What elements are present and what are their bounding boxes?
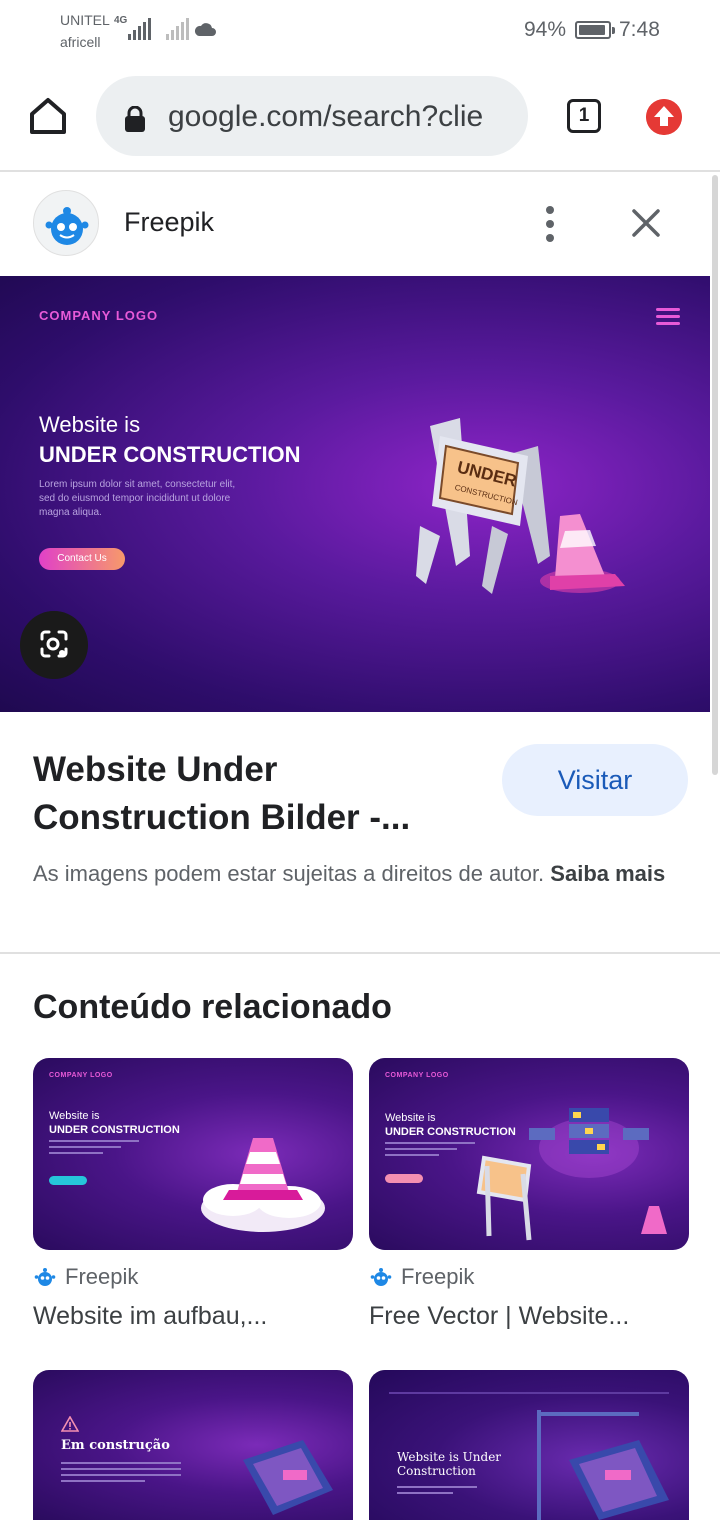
laptop-illustration (243, 1440, 333, 1515)
hero-title-line1: Website is (39, 412, 141, 437)
related-thumbnail[interactable]: COMPANY LOGO Website is UNDER CONSTRUCTI… (369, 1058, 689, 1250)
carrier-secondary: africell (60, 34, 101, 50)
freepik-logo (33, 190, 99, 256)
hamburger-icon (656, 308, 680, 329)
related-card[interactable]: Website is Under Construction (369, 1370, 689, 1520)
warning-icon (61, 1416, 79, 1432)
related-title[interactable]: Website im aufbau,... (33, 1302, 353, 1331)
cloud-icon (194, 23, 216, 36)
result-info: Website Under Construction Bilder -... V… (0, 712, 710, 952)
preview-image[interactable]: COMPANY LOGO Website is UNDER CONSTRUCTI… (0, 276, 710, 712)
visit-button[interactable]: Visitar (502, 744, 688, 816)
cone-on-cloud-illustration (201, 1138, 325, 1232)
carrier-primary: UNITEL (60, 12, 110, 28)
source-header: Freepik (0, 174, 710, 276)
related-source-name: Freepik (401, 1264, 475, 1289)
battery-percent: 94% (524, 18, 567, 41)
freepik-mini-logo-icon (34, 1268, 56, 1286)
thumb-title-line1: Em construção (61, 1438, 170, 1453)
related-thumbnail[interactable]: COMPANY LOGO Website is UNDER CONSTRUCTI… (33, 1058, 353, 1250)
browser-toolbar: google.com/search?clie 1 (0, 62, 720, 172)
network-type: 4G (114, 15, 128, 26)
thumb-logo: COMPANY LOGO (385, 1072, 449, 1079)
lock-icon (125, 106, 145, 132)
signal-strength-icon (128, 18, 151, 40)
related-thumbnail[interactable]: Website is Under Construction (369, 1370, 689, 1520)
under-construction-sign-illustration: UNDER CONSTRUCTION (416, 418, 625, 594)
address-bar[interactable]: google.com/search?clie (96, 76, 528, 156)
copyright-notice: As imagens podem estar sujeitas a direit… (33, 858, 683, 890)
server-and-sign-illustration (476, 1108, 667, 1241)
related-card[interactable]: Em construção (33, 1370, 353, 1520)
thumb-button (385, 1174, 423, 1183)
copyright-text: As imagens podem estar sujeitas a direit… (33, 861, 545, 886)
related-source: Freepik (33, 1264, 138, 1290)
tab-switcher-button[interactable]: 1 (567, 99, 601, 133)
more-vert-icon[interactable] (538, 204, 562, 244)
crane-construction-illustration (537, 1410, 669, 1520)
hero-body-text: Lorem ipsum dolor sit amet, consectetur … (39, 479, 236, 518)
google-lens-icon[interactable] (20, 611, 88, 679)
scrollbar[interactable] (712, 175, 718, 775)
thumb-logo: COMPANY LOGO (49, 1072, 113, 1079)
source-name[interactable]: Freepik (124, 207, 214, 238)
learn-more-link[interactable]: Saiba mais (550, 861, 665, 886)
related-card[interactable]: COMPANY LOGO Website is UNDER CONSTRUCTI… (33, 1058, 353, 1330)
thumb-title-line1: Website is (49, 1110, 100, 1122)
thumb-title-line2: Construction (397, 1464, 476, 1478)
related-source: Freepik (369, 1264, 474, 1290)
thumb-button (49, 1176, 87, 1185)
freepik-mini-logo-icon (370, 1268, 392, 1286)
clock: 7:48 (619, 18, 660, 41)
thumb-text-lines (61, 1462, 181, 1486)
hero-company-logo: COMPANY LOGO (39, 308, 159, 323)
thumb-nav-bar (389, 1392, 669, 1394)
update-arrow-icon[interactable] (646, 99, 682, 135)
thumb-title-line2: UNDER CONSTRUCTION (49, 1124, 180, 1136)
thumb-title-line1: Website is (385, 1112, 436, 1124)
related-title[interactable]: Free Vector | Website... (369, 1302, 689, 1331)
signal-strength-secondary-icon (166, 18, 189, 40)
status-bar: UNITEL 4G africell 94% 7:48 (0, 0, 720, 62)
hero-contact-button: Contact Us (39, 548, 125, 570)
related-content-heading: Conteúdo relacionado (33, 988, 392, 1026)
related-source-name: Freepik (65, 1264, 139, 1289)
related-thumbnail[interactable]: Em construção (33, 1370, 353, 1520)
close-icon[interactable] (626, 203, 666, 243)
url-text[interactable]: google.com/search?clie (168, 100, 483, 134)
related-card[interactable]: COMPANY LOGO Website is UNDER CONSTRUCTI… (369, 1058, 689, 1330)
thumb-text-lines (385, 1142, 475, 1160)
result-title[interactable]: Website Under Construction Bilder -... (33, 746, 463, 842)
thumb-text-lines (49, 1140, 139, 1158)
home-icon[interactable] (26, 94, 70, 138)
hero-title-line2: UNDER CONSTRUCTION (39, 442, 301, 467)
battery-level-fill (579, 25, 606, 35)
thumb-title-line1: Website is Under (397, 1450, 502, 1464)
thumb-text-lines (397, 1486, 477, 1498)
battery-icon (575, 21, 615, 39)
section-divider (0, 952, 720, 954)
